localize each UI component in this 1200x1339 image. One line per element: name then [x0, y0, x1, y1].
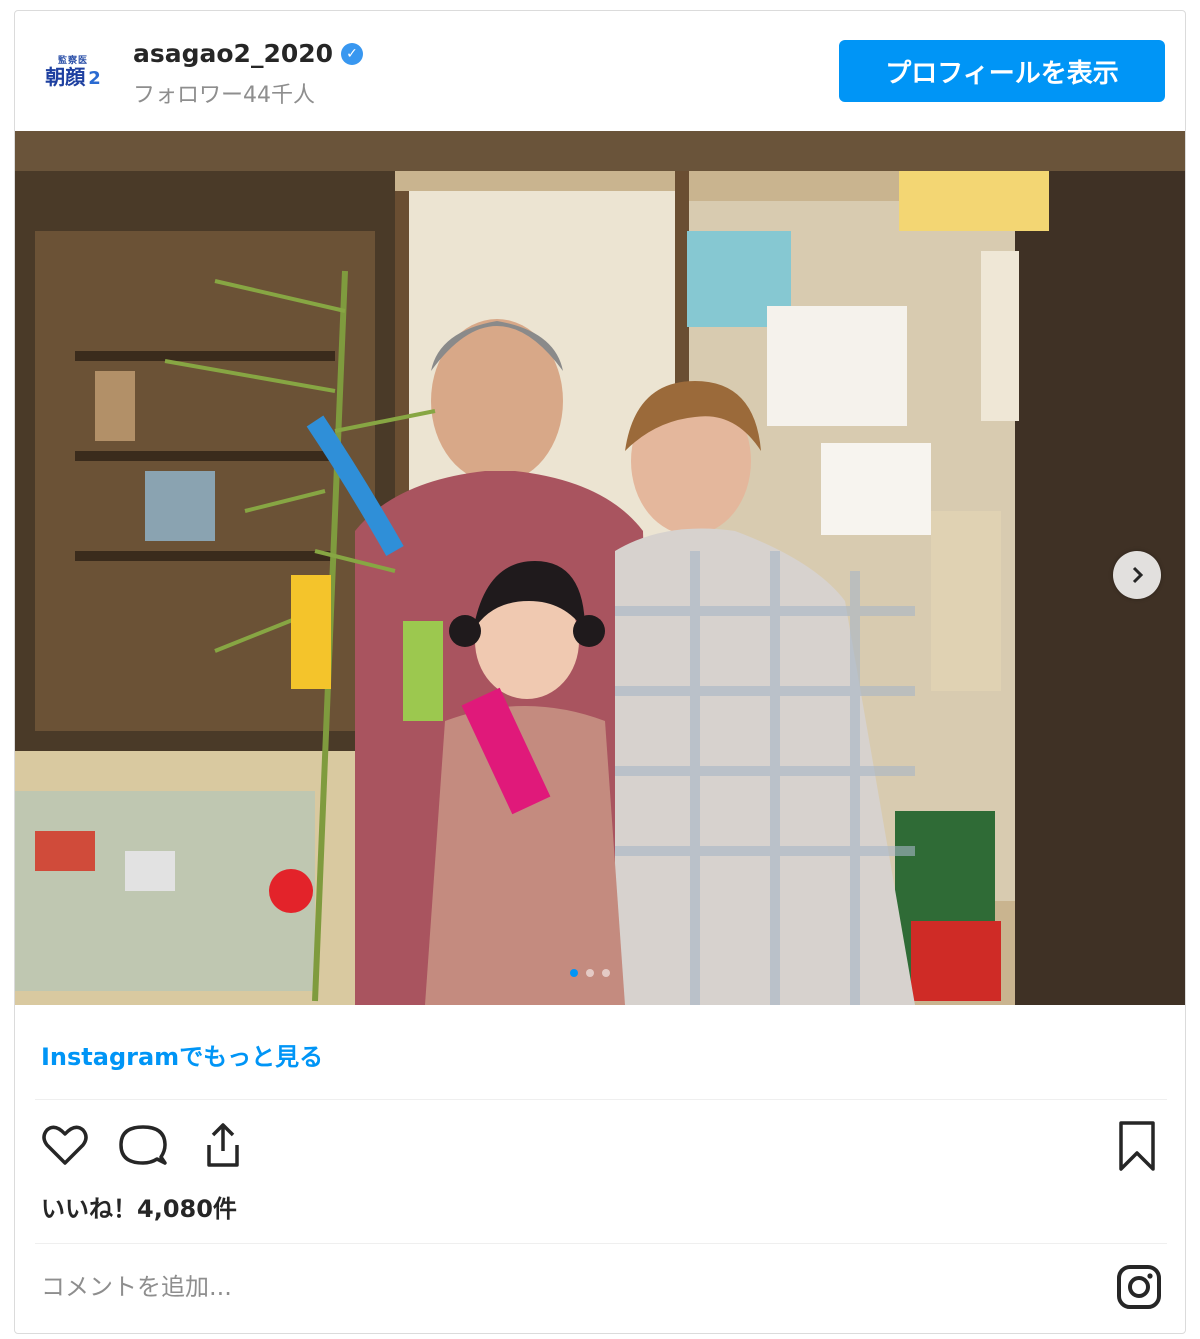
username-link[interactable]: asagao2_2020	[133, 39, 333, 68]
like-count[interactable]: いいね！4,080件	[41, 1189, 237, 1224]
next-photo-button[interactable]	[1113, 551, 1161, 599]
comment-input[interactable]	[41, 1273, 741, 1301]
heart-icon[interactable]	[37, 1117, 93, 1173]
action-bar	[37, 1117, 1165, 1177]
chevron-right-icon	[1132, 566, 1144, 584]
avatar[interactable]: 監察医 朝顔 2	[37, 35, 109, 107]
comment-icon[interactable]	[115, 1117, 171, 1173]
view-more-on-instagram-link[interactable]: Instagramでもっと見る	[41, 1037, 323, 1072]
avatar-title: 朝顔 2	[45, 64, 101, 89]
instagram-embed-card: 監察医 朝顔 2 asagao2_2020 ✓ フォロワー44千人 プロフィールを…	[14, 10, 1186, 1334]
post-header: 監察医 朝顔 2 asagao2_2020 ✓ フォロワー44千人 プロフィールを…	[15, 11, 1185, 131]
carousel-indicator	[570, 969, 610, 977]
follower-count: フォロワー44千人	[133, 83, 315, 108]
verified-badge-icon: ✓	[341, 42, 364, 65]
bookmark-icon[interactable]	[1109, 1117, 1165, 1173]
divider	[35, 1243, 1167, 1244]
carousel-dot	[570, 969, 578, 977]
view-profile-button[interactable]: プロフィールを表示	[839, 40, 1165, 102]
instagram-icon[interactable]	[1115, 1263, 1163, 1311]
carousel-dot	[602, 969, 610, 977]
divider	[35, 1099, 1167, 1100]
family-photo-illustration	[15, 131, 1185, 1005]
post-photo[interactable]	[15, 131, 1185, 1005]
username-row: asagao2_2020 ✓	[133, 39, 364, 68]
share-icon[interactable]	[195, 1117, 251, 1173]
carousel-dot	[586, 969, 594, 977]
